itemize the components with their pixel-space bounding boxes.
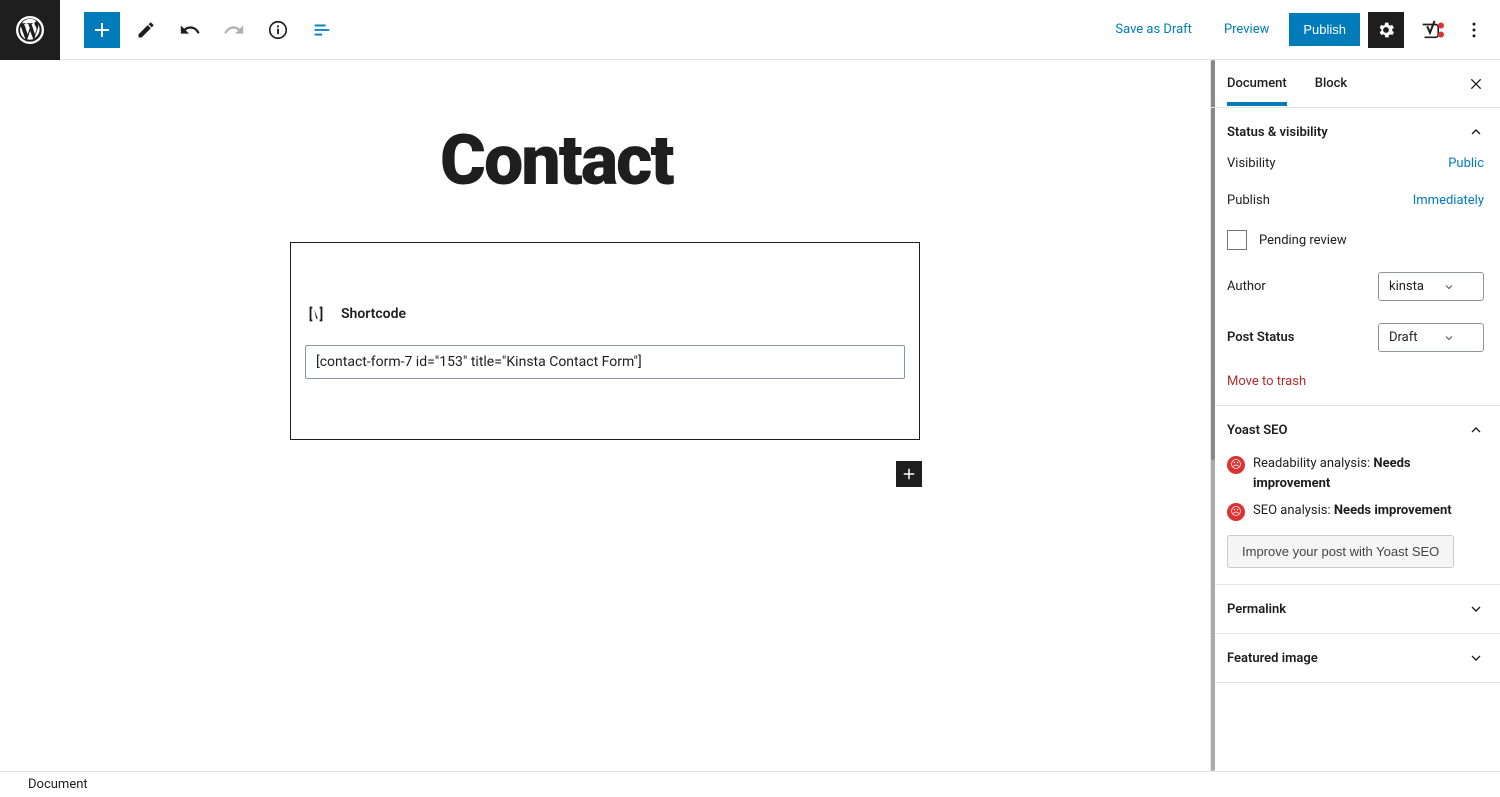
sidebar-tabs: Document Block — [1211, 60, 1500, 108]
add-block-button[interactable] — [84, 12, 120, 48]
move-to-trash-link[interactable]: Move to trash — [1227, 374, 1306, 389]
editor-canvas[interactable]: Contact Shortcode — [0, 60, 1210, 771]
settings-button[interactable] — [1368, 12, 1404, 48]
preview-button[interactable]: Preview — [1212, 14, 1281, 45]
panel-status-title: Status & visibility — [1227, 125, 1328, 140]
post-status-label: Post Status — [1227, 330, 1295, 345]
sad-face-icon: ☹ — [1227, 456, 1245, 474]
page-title[interactable]: Contact — [440, 120, 920, 202]
panel-yoast-seo: Yoast SEO ☹ Readability analysis: Needs … — [1211, 406, 1500, 585]
add-block-after-button[interactable] — [896, 461, 922, 487]
panel-status-visibility: Status & visibility Visibility Public Pu… — [1211, 108, 1500, 406]
post-status-select-value: Draft — [1389, 330, 1418, 345]
post-status-select[interactable]: Draft — [1378, 323, 1484, 352]
editor-main: Contact Shortcode Document Block — [0, 60, 1500, 771]
visibility-label: Visibility — [1227, 156, 1276, 171]
panel-permalink-header[interactable]: Permalink — [1227, 601, 1484, 617]
toolbar-right: Save as Draft Preview Publish — [1103, 12, 1500, 48]
seo-analysis-label: SEO analysis: — [1253, 503, 1334, 518]
tab-block[interactable]: Block — [1315, 62, 1347, 105]
seo-analysis-value: Needs improvement — [1334, 503, 1452, 518]
undo-button[interactable] — [172, 12, 208, 48]
panel-yoast-header[interactable]: Yoast SEO — [1227, 422, 1484, 438]
sad-face-icon: ☹ — [1227, 503, 1245, 521]
sidebar-scrollbar[interactable] — [1211, 60, 1215, 771]
panel-yoast-title: Yoast SEO — [1227, 423, 1287, 438]
visibility-value[interactable]: Public — [1448, 156, 1484, 171]
pending-review-label: Pending review — [1259, 233, 1347, 248]
publish-value[interactable]: Immediately — [1413, 193, 1484, 208]
author-select[interactable]: kinsta — [1378, 272, 1484, 301]
chevron-up-icon — [1468, 422, 1484, 438]
editor-footer: Document — [0, 771, 1500, 797]
readability-label: Readability analysis: — [1253, 456, 1373, 471]
panel-status-header[interactable]: Status & visibility — [1227, 124, 1484, 140]
shortcode-block[interactable]: Shortcode — [290, 242, 920, 440]
edit-mode-button[interactable] — [128, 12, 164, 48]
redo-button[interactable] — [216, 12, 252, 48]
close-sidebar-button[interactable] — [1468, 76, 1484, 92]
save-draft-button[interactable]: Save as Draft — [1103, 14, 1204, 45]
shortcode-input[interactable] — [305, 345, 905, 379]
seo-analysis-row: ☹ SEO analysis: Needs improvement — [1227, 501, 1484, 521]
block-header: Shortcode — [305, 303, 905, 325]
settings-sidebar: Document Block Status & visibility Visib… — [1210, 60, 1500, 771]
panel-permalink-title: Permalink — [1227, 602, 1286, 617]
info-button[interactable] — [260, 12, 296, 48]
author-label: Author — [1227, 279, 1266, 294]
panel-featured-image-header[interactable]: Featured image — [1227, 650, 1484, 666]
panel-featured-image: Featured image — [1211, 634, 1500, 683]
readability-row: ☹ Readability analysis: Needs improvemen… — [1227, 454, 1484, 493]
editor-top-toolbar: Save as Draft Preview Publish — [0, 0, 1500, 60]
tab-document[interactable]: Document — [1227, 62, 1287, 106]
shortcode-icon — [305, 303, 327, 325]
chevron-up-icon — [1468, 124, 1484, 140]
breadcrumb[interactable]: Document — [28, 777, 88, 792]
yoast-button[interactable] — [1412, 12, 1448, 48]
author-select-value: kinsta — [1389, 279, 1424, 294]
toolbar-left — [0, 0, 340, 59]
panel-featured-image-title: Featured image — [1227, 651, 1318, 666]
publish-label: Publish — [1227, 193, 1270, 208]
wordpress-logo[interactable] — [0, 0, 60, 60]
improve-yoast-button[interactable]: Improve your post with Yoast SEO — [1227, 535, 1454, 568]
pending-review-checkbox[interactable] — [1227, 230, 1247, 250]
chevron-down-icon — [1468, 601, 1484, 617]
outline-button[interactable] — [304, 12, 340, 48]
more-options-button[interactable] — [1456, 12, 1492, 48]
panel-permalink: Permalink — [1211, 585, 1500, 634]
block-label: Shortcode — [341, 306, 406, 322]
chevron-down-icon — [1468, 650, 1484, 666]
publish-button[interactable]: Publish — [1289, 13, 1360, 46]
